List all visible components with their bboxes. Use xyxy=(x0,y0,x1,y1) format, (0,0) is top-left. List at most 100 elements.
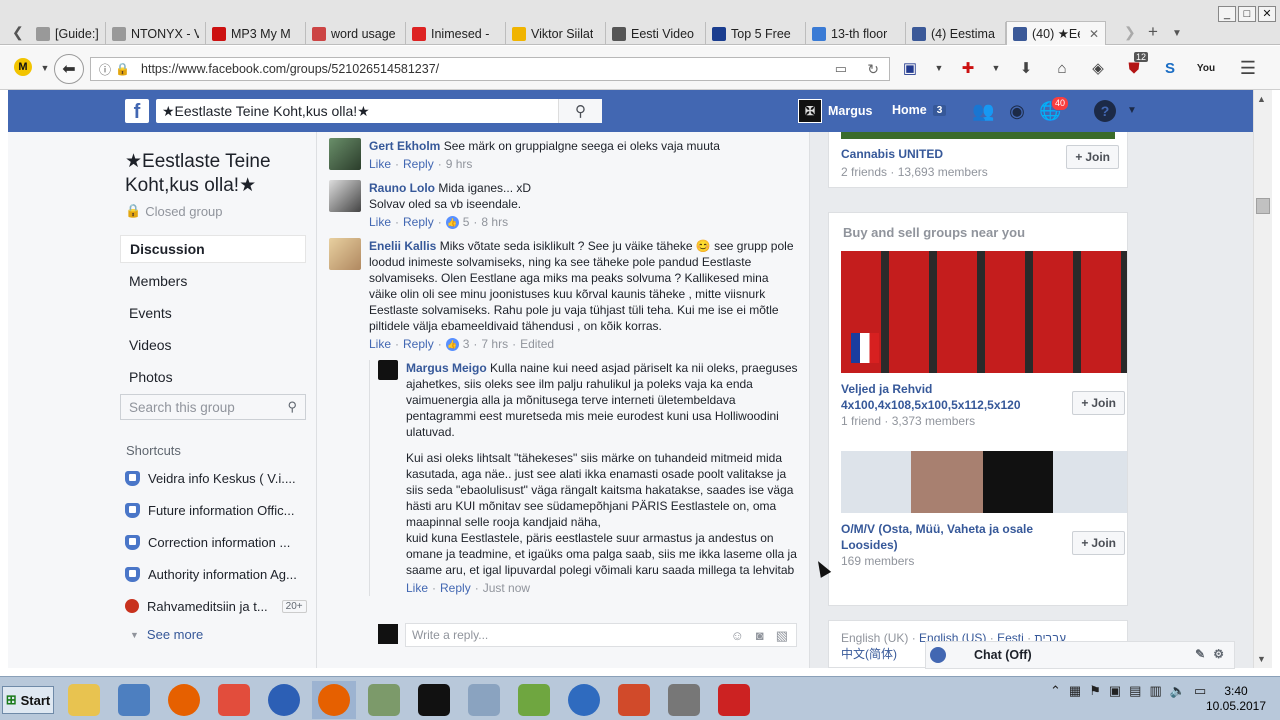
back-button[interactable]: ⬅ xyxy=(54,54,84,84)
close-window-button[interactable]: ✕ xyxy=(1258,6,1276,22)
tray-display-icon[interactable]: ▥ xyxy=(1149,683,1161,699)
comment-author[interactable]: Gert Ekholm xyxy=(369,139,440,153)
friend-requests-icon[interactable]: 👥 xyxy=(972,100,994,122)
tray-expand-icon[interactable]: ⌃ xyxy=(1050,683,1061,699)
menu-dropdown-icon[interactable]: ▼ xyxy=(35,58,55,78)
avatar[interactable] xyxy=(329,238,361,270)
reply-link[interactable]: Reply xyxy=(403,214,434,230)
notepad-icon[interactable] xyxy=(512,681,556,719)
start-button[interactable]: ⊞ Start xyxy=(2,686,54,714)
app-a-icon[interactable] xyxy=(212,681,256,719)
minimize-button[interactable]: _ xyxy=(1218,6,1236,22)
group-name-link[interactable]: Veljed ja Rehvid 4x100,4x108,5x100,5x112… xyxy=(841,381,1051,413)
network-icon[interactable] xyxy=(362,681,406,719)
microphone-icon[interactable] xyxy=(662,681,706,719)
group-cover-image[interactable] xyxy=(841,451,1127,513)
close-tab-icon[interactable]: ✕ xyxy=(1089,27,1099,41)
maximize-button[interactable]: □ xyxy=(1238,6,1256,22)
firefox-active-icon[interactable] xyxy=(312,681,356,719)
download-icon[interactable]: ⬇ xyxy=(1016,58,1036,78)
edited-label[interactable]: Edited xyxy=(520,336,554,352)
avatar[interactable] xyxy=(329,180,361,212)
reply-link[interactable]: Reply xyxy=(403,336,434,352)
tab-list-icon[interactable]: ▼ xyxy=(1172,28,1182,39)
search-button[interactable]: ⚲ xyxy=(558,99,602,123)
profile-link[interactable]: ✠ Margus xyxy=(798,99,872,123)
shortcut-item[interactable]: Rahvameditsiin ja t... 20+ xyxy=(125,596,310,616)
hamburger-menu-icon[interactable]: ☰ xyxy=(1238,58,1258,78)
firefox-icon[interactable] xyxy=(162,681,206,719)
home-icon[interactable]: ⌂ xyxy=(1052,58,1072,78)
shield-addon-icon[interactable]: ⛊ 12 xyxy=(1124,52,1149,78)
scroll-thumb[interactable] xyxy=(1256,198,1270,214)
join-button[interactable]: + Join xyxy=(1072,531,1125,555)
group-cover-image[interactable] xyxy=(841,251,1127,373)
language-option[interactable]: 中文(简体) xyxy=(841,647,897,661)
browser-tab[interactable]: 13-th floor xyxy=(806,22,906,45)
compose-icon[interactable]: ✎ xyxy=(1195,647,1205,661)
messenger-icon[interactable]: ◉ xyxy=(1006,100,1028,122)
comment-time[interactable]: 8 hrs xyxy=(481,214,508,230)
shortcut-item[interactable]: Veidra info Keskus ( V.i.... xyxy=(125,468,310,488)
browser-tab[interactable]: Viktor Siilat xyxy=(506,22,606,45)
see-more-link[interactable]: ▼ See more xyxy=(130,627,203,642)
system-clock[interactable]: 3:40 10.05.2017 xyxy=(1198,684,1274,714)
comment-time[interactable]: 7 hrs xyxy=(481,336,508,352)
page-scrollbar[interactable]: ▲ ▼ xyxy=(1253,90,1272,668)
media-player-icon[interactable] xyxy=(112,681,156,719)
tray-device-icon[interactable]: ▣ xyxy=(1109,683,1121,699)
group-cover-image[interactable] xyxy=(841,132,1115,139)
scroll-down-icon[interactable]: ▼ xyxy=(1257,654,1266,664)
browser-tab[interactable]: NTONYX - VIrt xyxy=(106,22,206,45)
browser-tab[interactable]: Inimesed - xyxy=(406,22,506,45)
like-link[interactable]: Like xyxy=(369,156,391,172)
group-name-link[interactable]: O/M/V (Osta, Müü, Vaheta ja osale Loosid… xyxy=(841,521,1051,553)
file-manager-icon[interactable] xyxy=(62,681,106,719)
group-name-link[interactable]: Cannabis UNITED xyxy=(841,147,943,161)
new-tab-icon[interactable]: + xyxy=(1148,22,1158,42)
browser-tab[interactable]: MP3 My M xyxy=(206,22,306,45)
like-count[interactable]: 3 xyxy=(463,336,470,352)
tabs-scroll-right-icon[interactable]: ❯ xyxy=(1124,24,1136,41)
group-nav-discussion[interactable]: Discussion xyxy=(120,235,306,263)
url-bar[interactable]: ⓘ 🔒 https://www.facebook.com/groups/5210… xyxy=(90,57,890,81)
first-aid-icon[interactable]: ✚ xyxy=(958,58,978,78)
video-editor-icon[interactable] xyxy=(612,681,656,719)
save-dropdown-icon[interactable]: ▼ xyxy=(929,58,949,78)
like-count[interactable]: 5 xyxy=(463,214,470,230)
help-icon[interactable]: ? xyxy=(1094,100,1116,122)
youtube-icon[interactable]: You xyxy=(1196,58,1216,78)
like-link[interactable]: Like xyxy=(369,336,391,352)
group-title[interactable]: ★Eestlaste Teine Koht,kus olla!★ xyxy=(125,150,305,198)
join-button[interactable]: + Join xyxy=(1072,391,1125,415)
comment-time[interactable]: 9 hrs xyxy=(446,156,473,172)
shortcut-item[interactable]: Authority information Ag... xyxy=(125,564,310,584)
terminal-icon[interactable] xyxy=(412,681,456,719)
comment-time[interactable]: Just now xyxy=(483,580,530,596)
group-nav-videos[interactable]: Videos xyxy=(120,331,306,359)
home-link[interactable]: Home 3 xyxy=(892,103,947,117)
like-link[interactable]: Like xyxy=(369,214,391,230)
join-button[interactable]: + Join xyxy=(1066,145,1119,169)
chat-bar[interactable]: Chat (Off) ✎ ⚙ xyxy=(925,641,1235,669)
reader-view-icon[interactable]: ▭ xyxy=(835,61,847,77)
reply-link[interactable]: Reply xyxy=(403,156,434,172)
s-addon-icon[interactable]: S xyxy=(1160,58,1180,78)
calculator-icon[interactable] xyxy=(462,681,506,719)
browser-tab[interactable]: word usage xyxy=(306,22,406,45)
app-blue-icon[interactable] xyxy=(262,681,306,719)
recorder-icon[interactable] xyxy=(712,681,756,719)
tray-app-icon[interactable]: ▦ xyxy=(1069,683,1081,699)
group-nav-photos[interactable]: Photos xyxy=(120,363,306,391)
qbittorrent-icon[interactable] xyxy=(562,681,606,719)
group-search-input[interactable]: Search this group ⚲ xyxy=(120,394,306,420)
browser-tab[interactable]: Eesti Video xyxy=(606,22,706,45)
browser-tab[interactable]: (4) Eestima xyxy=(906,22,1006,45)
camera-icon[interactable]: ◙ xyxy=(756,628,764,644)
first-aid-dropdown-icon[interactable]: ▼ xyxy=(986,58,1006,78)
tray-network-icon[interactable]: ▤ xyxy=(1129,683,1141,699)
language-option[interactable]: English (UK) xyxy=(841,631,908,645)
menu-logo-icon[interactable]: M xyxy=(14,58,32,76)
gear-icon[interactable]: ⚙ xyxy=(1213,647,1224,661)
avatar[interactable] xyxy=(378,360,398,380)
